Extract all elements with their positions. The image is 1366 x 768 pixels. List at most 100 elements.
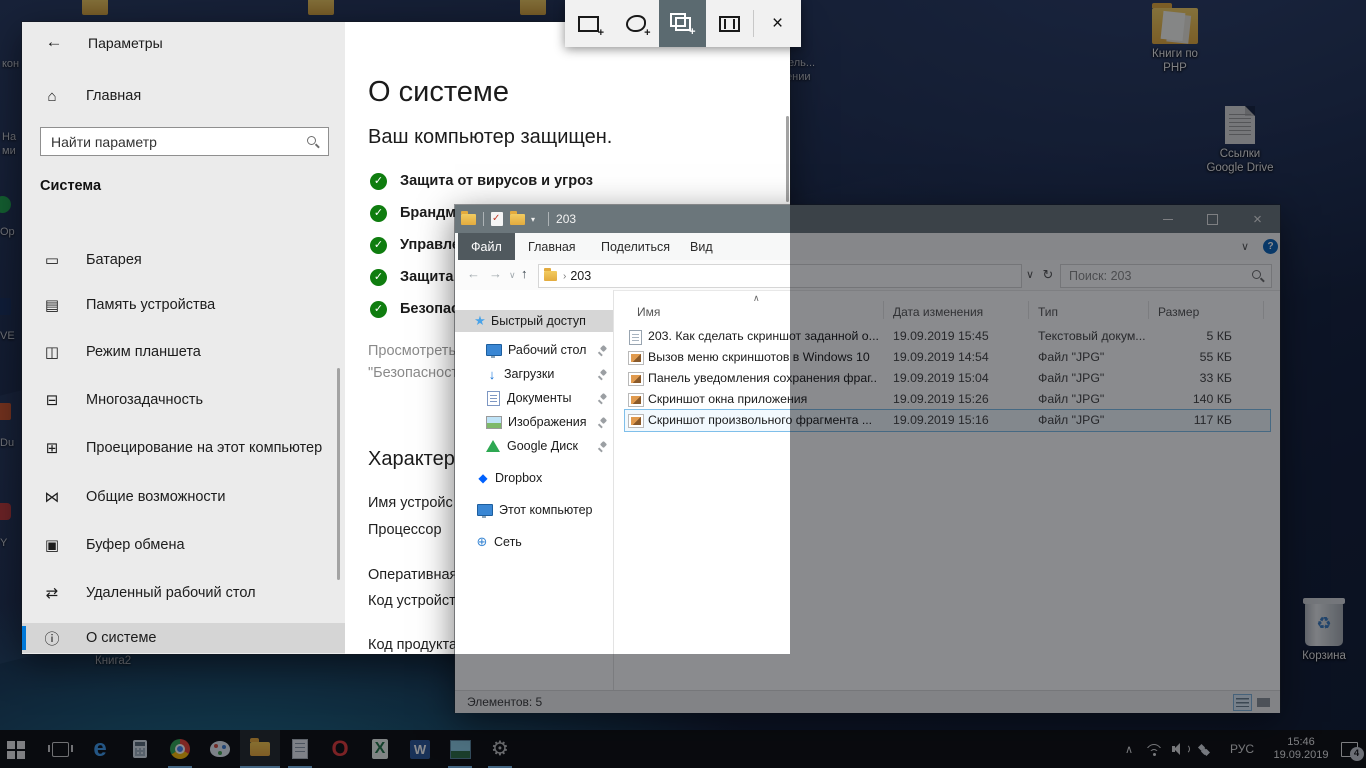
tray-hidden-icons-chevron[interactable]: ∧	[1118, 730, 1140, 768]
address-dropdown-icon[interactable]: ∨	[1021, 264, 1039, 286]
start-button[interactable]	[0, 730, 40, 768]
task-view-button[interactable]	[40, 730, 80, 768]
sort-ascending-chevron-icon[interactable]: ∧	[753, 293, 760, 304]
properties-quick-access-icon[interactable]	[491, 212, 503, 226]
rectangular-snip-button[interactable]	[565, 0, 612, 47]
sidebar-item-storage[interactable]: ▤ Память устройства	[22, 290, 345, 320]
folder-icon[interactable]	[520, 0, 546, 15]
file-row[interactable]: 203. Как сделать скриншот заданной о... …	[625, 326, 1270, 347]
content-scrollbar[interactable]	[786, 116, 789, 202]
back-nav-icon[interactable]: ←	[467, 266, 480, 281]
taskbar-settings[interactable]: ⚙	[480, 730, 520, 768]
folder-icon[interactable]	[308, 0, 334, 15]
explorer-search-input[interactable]	[1061, 269, 1251, 283]
nav-downloads[interactable]: ↓ Загрузки	[455, 363, 613, 385]
nav-desktop[interactable]: Рабочий стол	[455, 339, 613, 361]
column-header-type[interactable]: Тип	[1038, 305, 1058, 319]
desktop-icon-google-drive-links[interactable]: Ссылки Google Drive	[1195, 106, 1285, 175]
sidebar-scrollbar[interactable]	[337, 368, 340, 580]
green-check-icon	[370, 268, 387, 286]
app-icon[interactable]	[0, 503, 11, 520]
nav-documents[interactable]: Документы	[455, 387, 613, 409]
sidebar-item-multitasking[interactable]: ⊟ Многозадачность	[22, 385, 345, 415]
taskbar-explorer[interactable]	[240, 730, 280, 768]
back-arrow-icon[interactable]: ←	[40, 28, 68, 56]
taskbar-calculator[interactable]	[120, 730, 160, 768]
sidebar-item-remote-desktop[interactable]: ⇄ Удаленный рабочий стол	[22, 578, 345, 608]
search-box[interactable]	[1060, 264, 1272, 288]
nav-quick-access[interactable]: ★ Быстрый доступ	[455, 310, 613, 332]
sidebar-item-tablet-mode[interactable]: ◫ Режим планшета	[22, 337, 345, 367]
taskbar-paint[interactable]	[200, 730, 240, 768]
sidebar-item-projecting[interactable]: ⊞ Проецирование на этот компьютер	[22, 433, 345, 463]
address-bar[interactable]: › 203	[538, 264, 1022, 288]
close-button[interactable]: ×	[1235, 205, 1280, 233]
tab-view[interactable]: Вид	[677, 233, 726, 260]
fullscreen-snip-button[interactable]	[706, 0, 753, 47]
taskbar-excel[interactable]: X	[360, 730, 400, 768]
tab-home[interactable]: Главная	[515, 233, 589, 260]
details-view-button[interactable]	[1233, 694, 1252, 711]
ribbon-collapse-chevron-icon[interactable]: ∨	[1241, 240, 1249, 253]
file-row[interactable]: Вызов меню скриншотов в Windows 10 19.09…	[625, 347, 1270, 368]
close-snip-button[interactable]: ×	[754, 0, 801, 47]
column-header-size[interactable]: Размер	[1158, 305, 1199, 319]
nav-google-drive[interactable]: Google Диск	[455, 435, 613, 457]
taskbar-edge[interactable]: e	[80, 730, 120, 768]
forward-nav-icon[interactable]: →	[489, 266, 502, 281]
sidebar-item-about[interactable]: ⓘ О системе	[22, 623, 345, 653]
language-indicator[interactable]: РУС	[1222, 730, 1262, 768]
jpg-file-icon	[628, 372, 644, 386]
refresh-icon[interactable]: ↻	[1039, 264, 1057, 286]
settings-search-input[interactable]	[41, 133, 306, 150]
minimize-button[interactable]	[1145, 205, 1190, 233]
app-icon[interactable]	[0, 403, 11, 420]
thumbnails-view-button[interactable]	[1254, 694, 1273, 711]
up-nav-icon[interactable]: ↑	[521, 266, 528, 281]
nav-network[interactable]: ⊕ Сеть	[455, 531, 613, 553]
clock[interactable]: 15:46 19.09.2019	[1262, 730, 1340, 768]
taskbar-photos[interactable]	[440, 730, 480, 768]
security-item: Защита от вирусов и угроз	[370, 171, 593, 191]
freeform-snip-button[interactable]	[612, 0, 659, 47]
app-icon[interactable]	[0, 298, 11, 315]
file-row-selected[interactable]: Скриншот произвольного фрагмента ... 19.…	[624, 409, 1271, 432]
customize-toolbar-chevron-icon[interactable]: ▾	[531, 215, 535, 224]
nav-this-pc[interactable]: Этот компьютер	[455, 499, 613, 521]
file-row[interactable]: Панель уведомления сохранения фраг... 19…	[625, 368, 1270, 389]
app-icon[interactable]	[0, 196, 11, 213]
taskbar-notepad[interactable]	[280, 730, 320, 768]
folder-icon[interactable]	[82, 0, 108, 15]
taskbar-opera[interactable]: O	[320, 730, 360, 768]
security-link-text[interactable]: "Безопасност	[368, 365, 458, 381]
maximize-button[interactable]	[1190, 205, 1235, 233]
wifi-icon[interactable]	[1142, 730, 1166, 768]
help-icon[interactable]	[1263, 239, 1278, 254]
sidebar-item-home[interactable]: ⌂ Главная	[22, 80, 345, 112]
pane-splitter[interactable]	[613, 290, 614, 690]
volume-icon[interactable]	[1168, 730, 1192, 768]
taskbar-word[interactable]: W	[400, 730, 440, 768]
breadcrumb[interactable]: 203	[570, 269, 591, 283]
column-header-date[interactable]: Дата изменения	[893, 305, 983, 319]
desktop-icon-books-php[interactable]: Книги по PHP	[1135, 3, 1215, 75]
recent-locations-chevron-icon[interactable]: ∨	[509, 270, 516, 281]
sidebar-item-clipboard[interactable]: ▣ Буфер обмена	[22, 530, 345, 560]
settings-search-box[interactable]	[40, 127, 329, 156]
file-row[interactable]: Скриншот окна приложения 19.09.2019 15:2…	[625, 389, 1270, 410]
taskbar-chrome[interactable]	[160, 730, 200, 768]
new-folder-quick-access-icon[interactable]	[510, 210, 525, 225]
sidebar-item-battery[interactable]: ▭ Батарея	[22, 245, 345, 275]
dropbox-tray-icon[interactable]	[1194, 730, 1218, 768]
window-snip-button-selected[interactable]	[659, 0, 706, 47]
nav-pictures[interactable]: Изображения	[455, 411, 613, 433]
sidebar-item-shared-experiences[interactable]: ⋈ Общие возможности	[22, 482, 345, 512]
column-header-name[interactable]: Имя	[637, 305, 660, 319]
nav-dropbox[interactable]: ◆ Dropbox	[455, 467, 613, 489]
tab-share[interactable]: Поделиться	[588, 233, 683, 260]
desktop-icon-label-excel-book[interactable]: Книга2	[95, 655, 131, 667]
tab-file[interactable]: Файл	[458, 233, 515, 260]
action-center-button[interactable]: 4	[1336, 730, 1364, 768]
desktop-icon-recycle-bin[interactable]: ♻ Корзина	[1294, 598, 1354, 663]
security-link-text[interactable]: Просмотреть	[368, 343, 456, 359]
